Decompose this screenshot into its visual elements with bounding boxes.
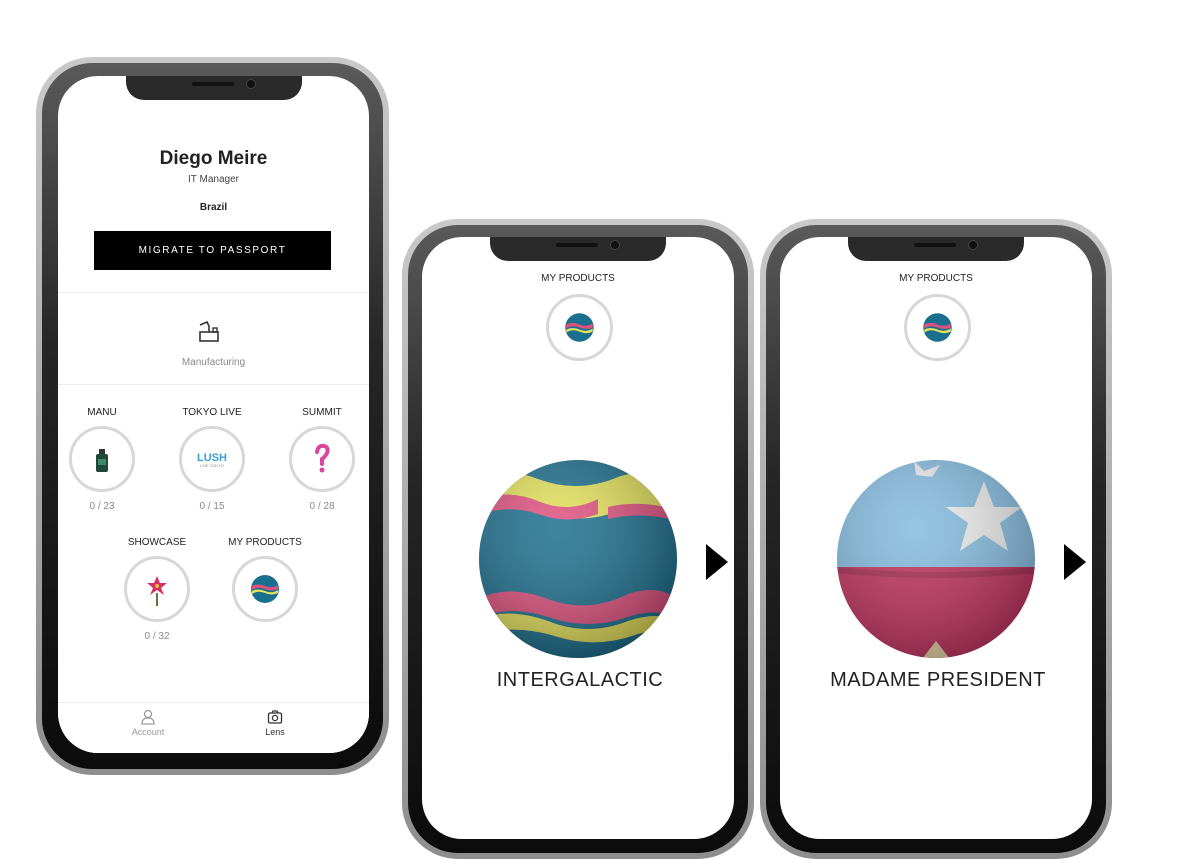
product-name: INTERGALACTIC — [496, 669, 664, 691]
user-country: Brazil — [199, 202, 228, 213]
flower-icon — [147, 576, 167, 606]
migrate-to-passport-button[interactable]: MIGRATE TO PASSPORT — [94, 231, 331, 270]
tab-lens-label: Lens — [265, 727, 285, 737]
next-arrow-button[interactable] — [1064, 544, 1086, 580]
category-label-showcase: SHOWCASE — [127, 537, 187, 548]
tab-bar: Account Lens — [58, 702, 369, 753]
product-name: MADAME PRESIDENT — [830, 669, 1046, 691]
person-icon — [141, 709, 155, 725]
bottle-icon — [96, 449, 108, 472]
category-label-summit: SUMMIT — [302, 407, 342, 418]
category-label-my-products: MY PRODUCTS — [228, 537, 302, 548]
tab-account-label: Account — [131, 727, 165, 737]
phone-notch — [848, 237, 1024, 261]
phone-profile: Diego Meire IT Manager Brazil MIGRATE TO… — [36, 57, 389, 775]
category-label-tokyo-live: TOKYO LIVE — [182, 407, 242, 418]
next-arrow-button[interactable] — [706, 544, 728, 580]
category-summit-button[interactable] — [289, 426, 355, 492]
profile-screen: Diego Meire IT Manager Brazil MIGRATE TO… — [58, 76, 369, 753]
divider — [58, 292, 369, 293]
tab-account[interactable]: Account — [113, 709, 183, 737]
my-products-thumbnail-button[interactable] — [904, 294, 971, 361]
category-count-summit: 0 / 28 — [309, 501, 335, 512]
phone-product-madame-president: MY PRODUCTS MADAME PRESIDENT — [760, 219, 1112, 859]
question-mark-icon — [315, 443, 330, 473]
category-showcase-button[interactable] — [124, 556, 190, 622]
category-my-products-button[interactable] — [232, 556, 298, 622]
camera-icon — [267, 710, 283, 724]
category-manu-button[interactable] — [69, 426, 135, 492]
manufacturing-icon[interactable] — [197, 321, 221, 343]
bath-bomb-icon — [565, 313, 594, 342]
logo-subtext: LIVE TOKYO — [200, 463, 224, 468]
phone-product-intergalactic: MY PRODUCTS INTERGALACTIC — [402, 219, 754, 859]
product-screen: MY PRODUCTS — [780, 237, 1092, 839]
category-label-manu: MANU — [87, 407, 117, 418]
phone-notch — [125, 76, 302, 100]
category-count-showcase: 0 / 32 — [144, 631, 170, 642]
divider — [58, 384, 369, 385]
my-products-header: MY PRODUCTS — [899, 273, 973, 284]
bath-bomb-icon — [923, 313, 952, 342]
intergalactic-bath-bomb-image — [479, 460, 677, 658]
my-products-header: MY PRODUCTS — [541, 273, 615, 284]
category-count-manu: 0 / 23 — [89, 501, 115, 512]
manufacturing-label: Manufacturing — [181, 357, 246, 368]
madame-president-bath-bomb-image — [837, 460, 1035, 658]
product-screen: MY PRODUCTS — [422, 237, 734, 839]
tab-lens[interactable]: Lens — [240, 709, 310, 737]
my-products-thumbnail-button[interactable] — [546, 294, 613, 361]
bath-bomb-icon — [251, 575, 279, 603]
lush-live-tokyo-logo: LUSH LIVE TOKYO — [197, 452, 227, 468]
user-name: Diego Meire — [159, 148, 268, 169]
category-count-tokyo-live: 0 / 15 — [199, 501, 225, 512]
phone-notch — [490, 237, 666, 261]
user-role: IT Manager — [188, 174, 239, 185]
category-tokyo-live-button[interactable]: LUSH LIVE TOKYO — [179, 426, 245, 492]
